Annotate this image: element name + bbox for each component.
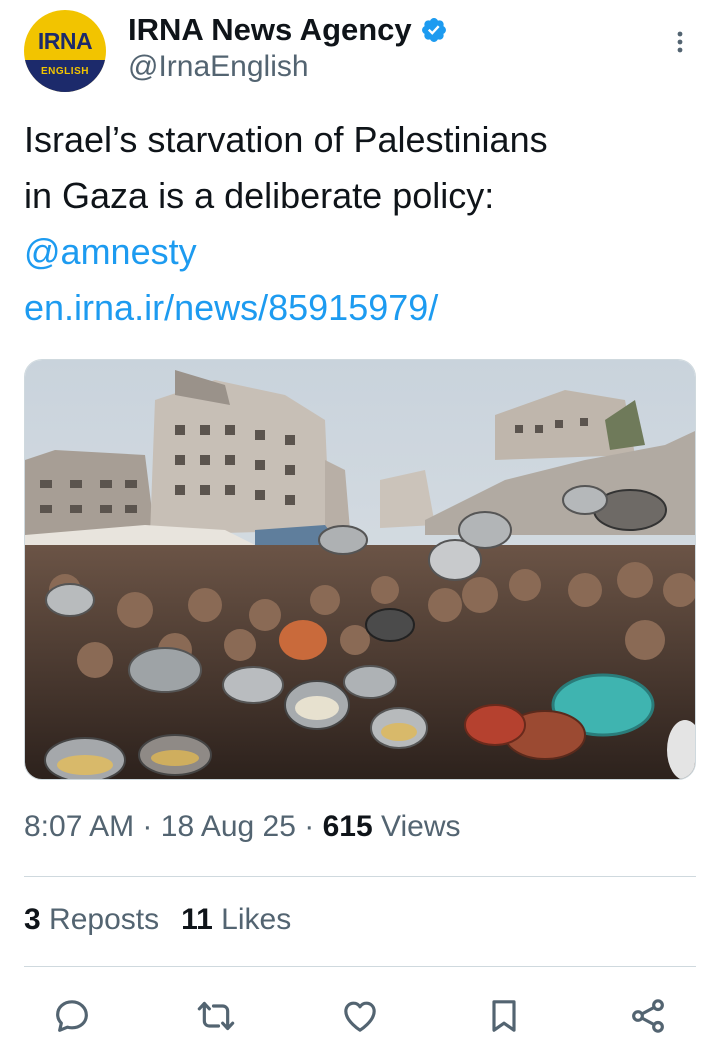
meta-separator: · [142, 810, 153, 843]
action-bar [0, 990, 720, 1040]
tweet-header: IRNA ENGLISH IRNA News Agency @IrnaEngli… [0, 0, 720, 100]
repost-icon[interactable] [196, 996, 236, 1036]
tweet-text-line: Israel’s starvation of Palestinians [24, 119, 548, 160]
verified-badge-icon [421, 18, 446, 42]
mention-link[interactable]: @amnesty [24, 224, 684, 280]
crowd-photo-image [25, 360, 695, 779]
article-link[interactable]: en.irna.ir/news/85915979/ [24, 280, 684, 336]
reposts-label: Reposts [49, 903, 160, 936]
engagement-stats: 3 Reposts 11 Likes [24, 903, 291, 937]
reposts-count: 3 [24, 903, 41, 936]
tweet-photo[interactable] [24, 359, 696, 780]
author-display-name[interactable]: IRNA News Agency [128, 12, 412, 48]
likes-label: Likes [221, 903, 292, 936]
divider [24, 876, 696, 877]
avatar-logo-subtext: ENGLISH [41, 66, 89, 77]
likes-count: 11 [181, 903, 213, 936]
tweet-date[interactable]: 18 Aug 25 [161, 810, 296, 843]
meta-separator: · [304, 810, 315, 843]
author-handle[interactable]: @IrnaEnglish [128, 50, 309, 84]
tweet-time[interactable]: 8:07 AM [24, 810, 134, 843]
avatar[interactable]: IRNA ENGLISH [24, 10, 106, 92]
views-count: 615 [322, 810, 373, 843]
heart-icon[interactable] [340, 996, 380, 1036]
avatar-logo-text: IRNA [37, 28, 93, 54]
name-row: IRNA News Agency [128, 12, 448, 48]
share-icon[interactable] [628, 996, 668, 1036]
reposts-stat[interactable]: 3 Reposts [24, 903, 159, 936]
reply-icon[interactable] [52, 996, 92, 1036]
tweet-text-line: in Gaza is a deliberate policy: [24, 175, 495, 216]
views-label: Views [381, 810, 461, 843]
tweet-text: Israel’s starvation of Palestinians in G… [24, 112, 684, 336]
divider [24, 966, 696, 967]
tweet-meta: 8:07 AM · 18 Aug 25 · 615 Views [24, 810, 460, 844]
likes-stat[interactable]: 11 Likes [181, 903, 291, 936]
more-vertical-icon[interactable] [664, 26, 696, 58]
bookmark-icon[interactable] [484, 996, 524, 1036]
